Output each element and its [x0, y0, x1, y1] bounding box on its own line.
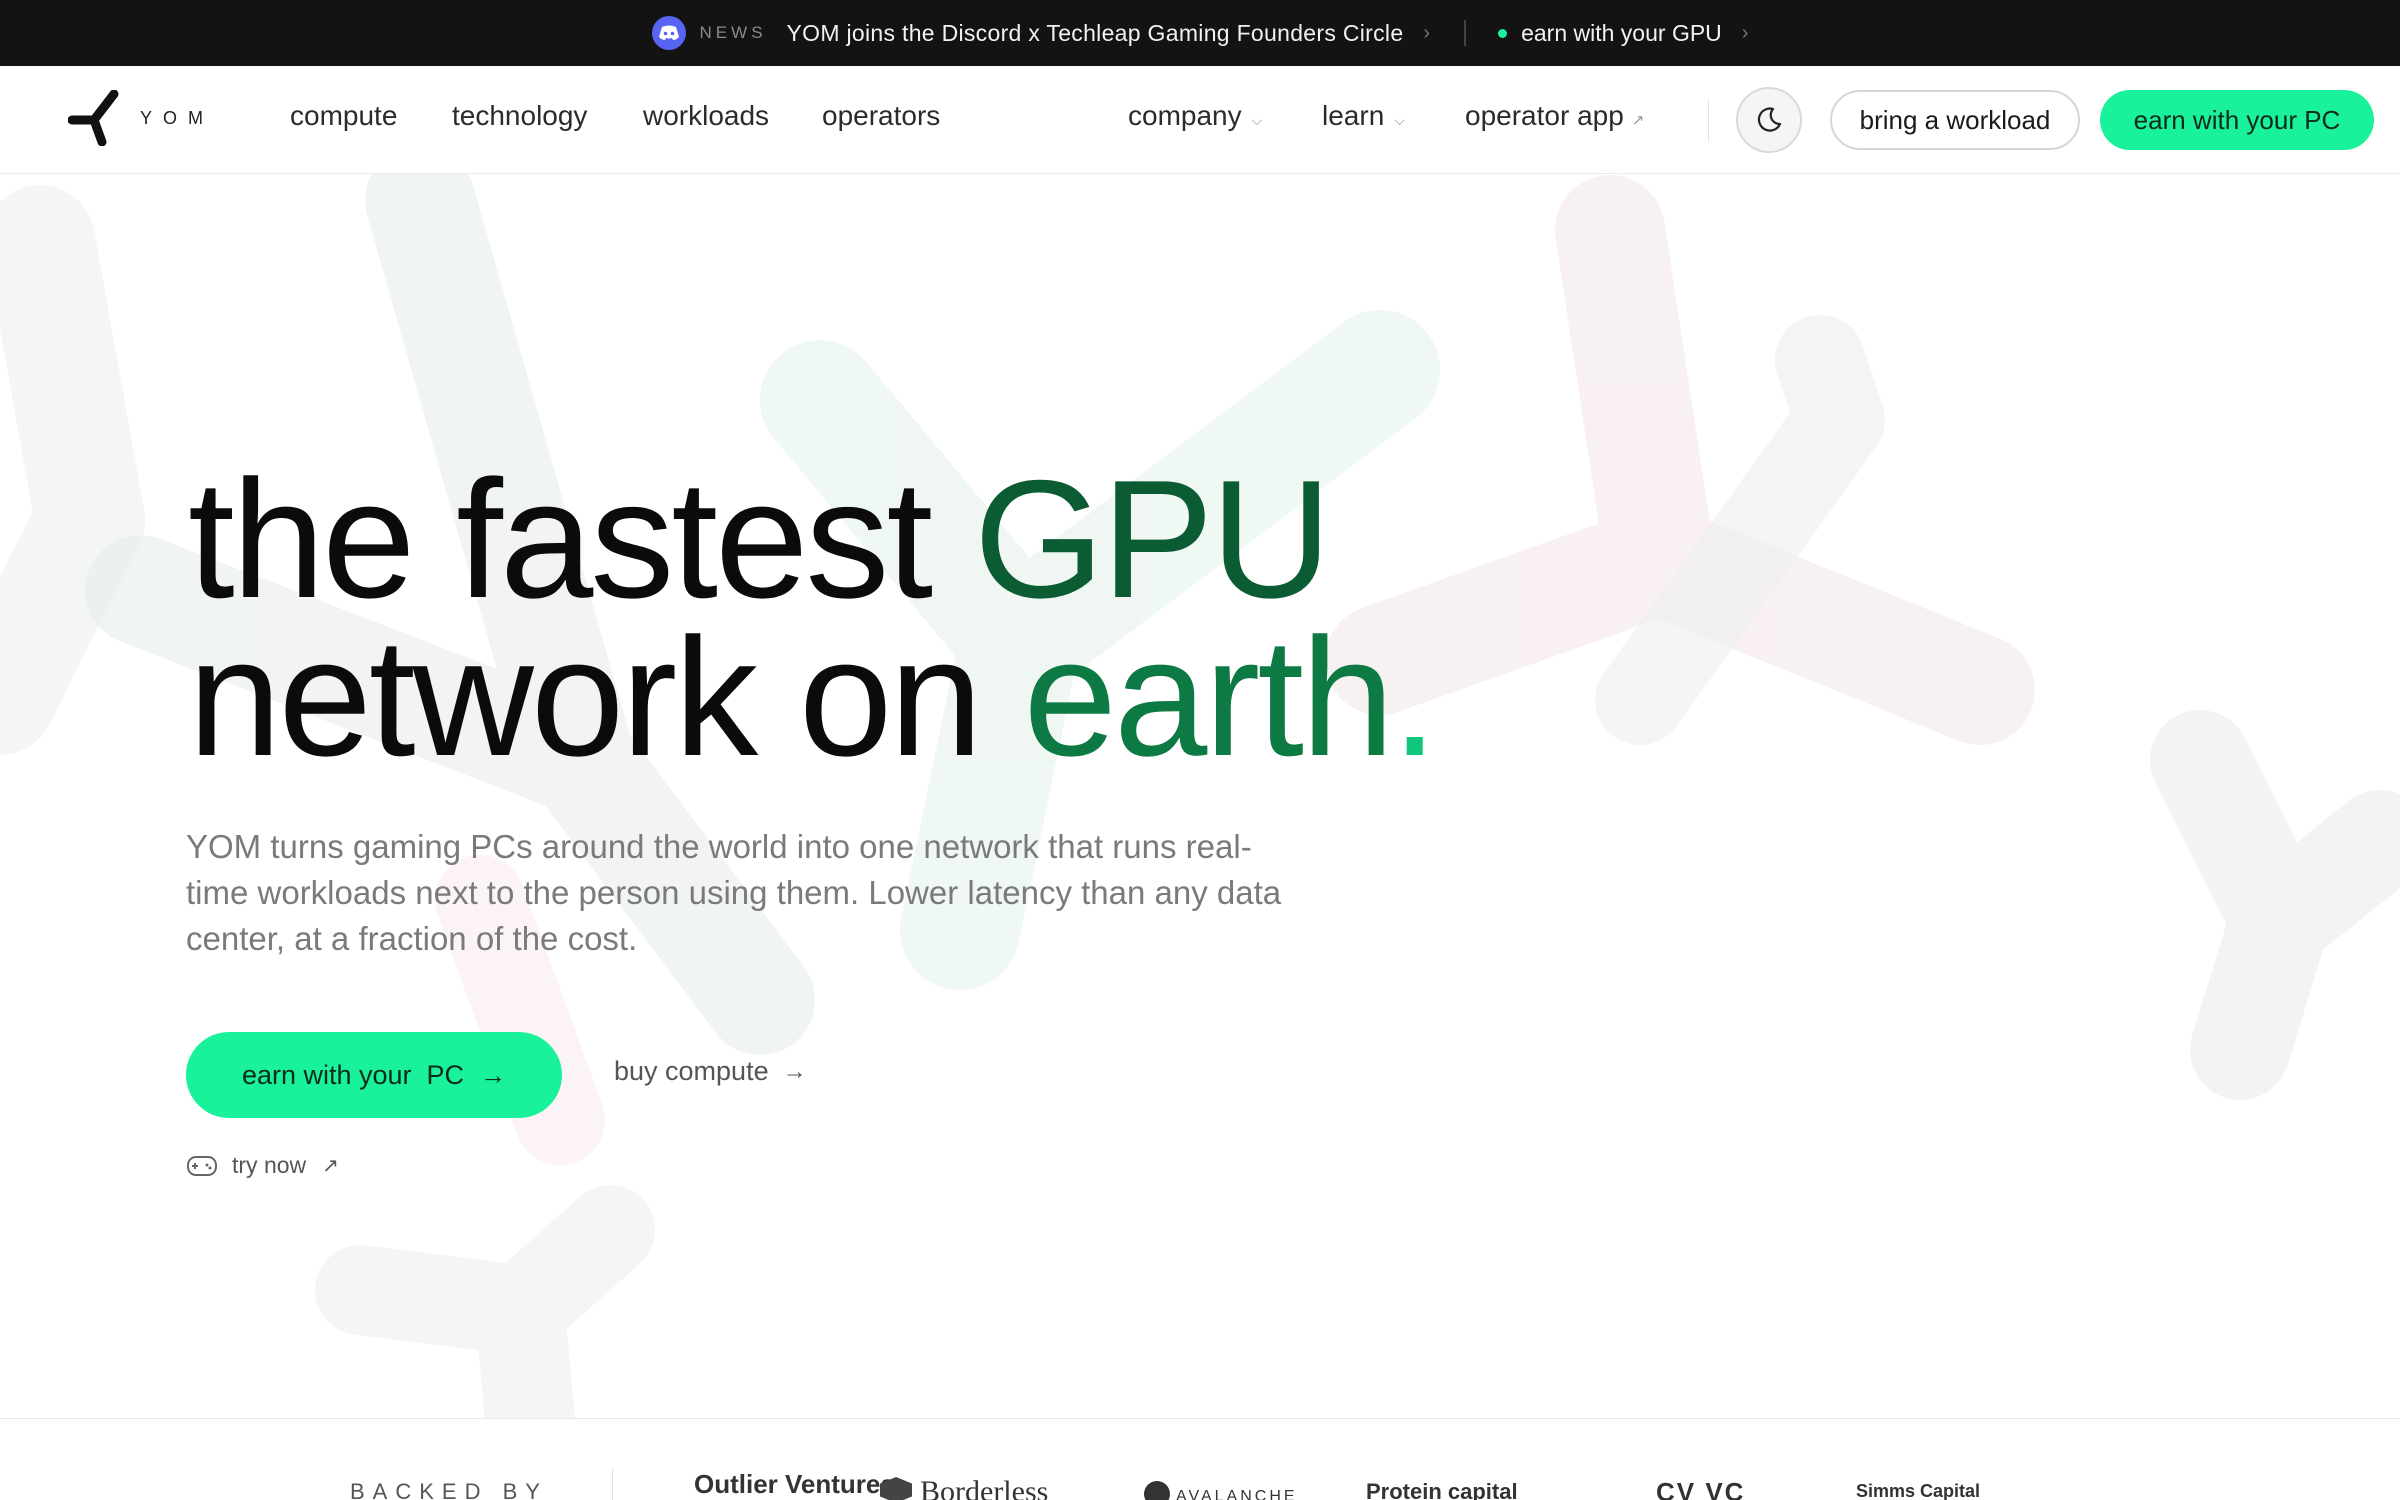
try-now-label: try now: [232, 1152, 307, 1178]
theme-toggle-button[interactable]: [1736, 87, 1802, 153]
main-nav: YOM compute technology workloads operato…: [0, 66, 2400, 174]
brand-logo[interactable]: YOM: [68, 90, 214, 146]
news-label: NEWS: [699, 23, 767, 42]
backed-by-strip: BACKED BY Outlier Ventures Borderless AV…: [0, 1418, 2400, 1500]
chevron-right-icon: ›: [1741, 21, 1749, 44]
hero-title: the fastest GPU network on earth.: [188, 455, 1438, 781]
hero-title-highlight: earth: [1023, 603, 1394, 791]
investor-logo-protein: Protein capital: [1366, 1479, 1518, 1500]
news-headline-link[interactable]: YOM joins the Discord x Techleap Gaming …: [787, 20, 1404, 47]
earn-pc-nav-button[interactable]: earn with your PC: [2100, 90, 2374, 150]
nav-workloads[interactable]: workloads: [643, 100, 769, 132]
buy-compute-label: buy compute: [614, 1056, 769, 1086]
background-art: [0, 174, 2400, 1420]
status-dot: [1498, 28, 1508, 38]
chevron-down-icon: ⌵: [1251, 112, 1263, 128]
nav-learn[interactable]: learn ⌵: [1322, 100, 1405, 132]
external-link-icon: ↗: [1631, 112, 1645, 129]
arrow-right-icon: →: [782, 1057, 807, 1085]
announcement-bar[interactable]: NEWS YOM joins the Discord x Techleap Ga…: [0, 0, 2400, 66]
avalanche-mark-icon: [1144, 1481, 1170, 1500]
earn-pc-cta-button[interactable]: earn with your PC →: [186, 1032, 562, 1118]
investor-logo-borderless: Borderless: [880, 1475, 1048, 1500]
arrow-right-icon: →: [480, 1059, 507, 1090]
nav-operator-app[interactable]: operator app ↗: [1465, 100, 1644, 132]
nav-company[interactable]: company ⌵: [1128, 100, 1262, 132]
moon-icon: [1757, 107, 1782, 132]
hero-title-dot: .: [1391, 603, 1438, 791]
investor-logo-avalanche: AVALANCHE: [1144, 1481, 1298, 1500]
hero-subtitle: YOM turns gaming PCs around the world in…: [186, 828, 1282, 957]
investor-logo-outlier: Outlier Ventures: [694, 1469, 895, 1499]
external-link-icon: ↗: [322, 1155, 339, 1177]
nav-technology[interactable]: technology: [452, 100, 587, 132]
hero-title-line2: network on earth.: [188, 603, 1438, 791]
investor-logo-cvvc: CV VC: [1656, 1477, 1746, 1500]
buy-compute-link[interactable]: buy compute →: [614, 1056, 807, 1087]
nav-compute[interactable]: compute: [290, 100, 397, 132]
discord-icon: [651, 16, 686, 50]
nav-learn-label: learn: [1322, 100, 1385, 131]
hero-title-text: network on: [188, 603, 1024, 791]
bring-workload-button[interactable]: bring a workload: [1830, 90, 2080, 150]
nav-operators[interactable]: operators: [822, 100, 940, 132]
investor-name: AVALANCHE: [1176, 1488, 1298, 1500]
investor-name: Borderless: [920, 1475, 1049, 1500]
chevron-down-icon: ⌵: [1394, 112, 1405, 128]
earn-gpu-link[interactable]: earn with your GPU: [1521, 20, 1722, 47]
yom-logo-icon: [68, 90, 119, 146]
nav-operator-app-label: operator app: [1465, 100, 1624, 131]
investor-logo-simms: Simms Capital: [1856, 1481, 1981, 1500]
try-now-link[interactable]: try now ↗: [186, 1152, 339, 1179]
nav-divider: [1708, 100, 1709, 142]
backed-by-label: BACKED BY: [350, 1479, 548, 1500]
announcement-divider: [1464, 20, 1467, 46]
backed-by-divider: [612, 1469, 613, 1500]
nav-company-label: company: [1128, 100, 1242, 131]
earn-pc-cta-label: earn with your PC: [241, 1059, 465, 1090]
chevron-right-icon: ›: [1423, 21, 1431, 44]
gamepad-icon: [187, 1155, 217, 1176]
borderless-mark-icon: [880, 1477, 912, 1500]
brand-name: YOM: [140, 107, 215, 128]
